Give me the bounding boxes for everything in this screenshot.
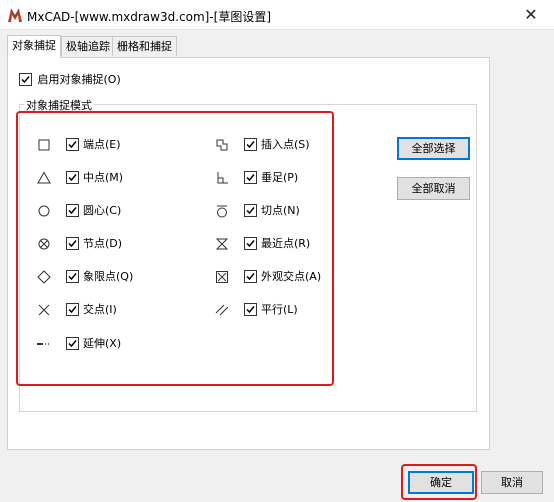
- select-all-button[interactable]: 全部选择: [397, 137, 470, 160]
- tab-polar-tracking[interactable]: 极轴追踪: [61, 36, 115, 56]
- enable-snap-label: 启用对象捕捉(O): [37, 73, 121, 86]
- checkmark-icon: [21, 75, 30, 83]
- app-icon: [8, 8, 22, 22]
- highlight-frame-ok: [401, 464, 477, 500]
- close-button[interactable]: ✕: [508, 0, 554, 30]
- cancel-button[interactable]: 取消: [481, 471, 543, 494]
- enable-snap-row[interactable]: 启用对象捕捉(O): [19, 71, 121, 87]
- title-bar: MxCAD-[www.mxdraw3d.com]-[草图设置] ✕: [0, 0, 554, 30]
- enable-snap-checkbox[interactable]: [19, 72, 32, 86]
- clear-all-button[interactable]: 全部取消: [397, 177, 470, 200]
- highlight-frame-modes: [16, 111, 334, 386]
- tab-object-snap[interactable]: 对象捕捉: [7, 35, 61, 58]
- close-icon: ✕: [524, 5, 538, 24]
- tab-grid-snap[interactable]: 栅格和捕捉: [112, 36, 177, 56]
- window-title: MxCAD-[www.mxdraw3d.com]-[草图设置]: [27, 10, 272, 24]
